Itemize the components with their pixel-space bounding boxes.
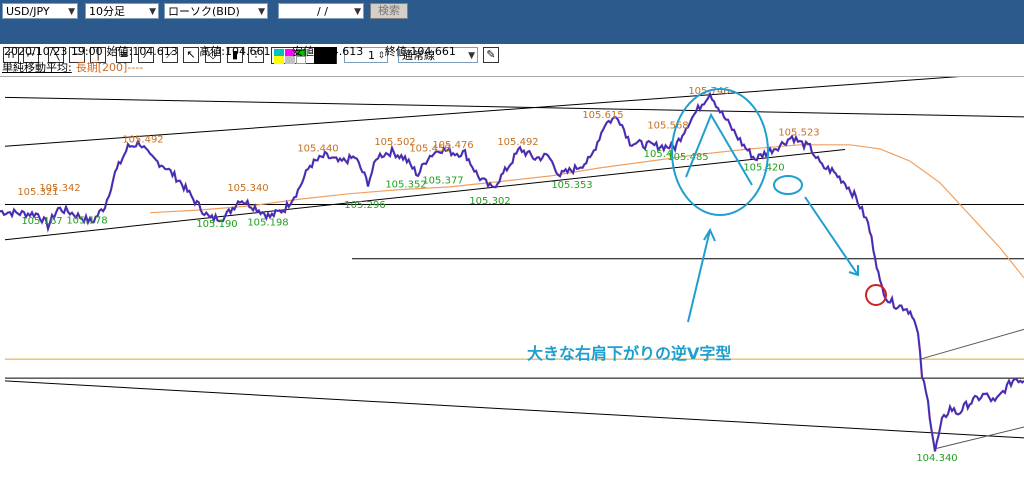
arrow-down-line (804, 196, 859, 276)
chart-style-value: ローソク(BID) (168, 5, 240, 18)
search-button[interactable]: 検索 (370, 3, 408, 19)
high-price-label: 105.492 (122, 135, 163, 146)
high-price-label: 105.523 (778, 127, 819, 138)
bar-datetime: 2020/10/23 19:00 (4, 45, 103, 58)
arrow-up-line (687, 229, 711, 323)
high-price-label: 105.492 (497, 137, 538, 148)
chevron-down-icon: ▼ (354, 7, 361, 17)
high-price-label: 104.340 (916, 453, 957, 464)
toolbar-drawing: ∩ ⌐ ╲ ─ │ ≡ ⁄ ⟋ ↖ ◇ ▮ ⁝ 1 ⇕ 通常線 ▼ ✎ (0, 22, 1024, 64)
trendline[interactable] (4, 96, 1024, 118)
low-price-label: 105.352 (385, 180, 426, 191)
high-price-label: 105.615 (582, 110, 623, 121)
trendline[interactable] (919, 328, 1024, 360)
symbol-select[interactable]: USD/JPY ▼ (2, 3, 78, 19)
low-price-label: 105.190 (196, 219, 237, 230)
high-value: 高値:104.661 (199, 45, 271, 58)
search-label: 検索 (378, 4, 400, 17)
trendlines (4, 77, 1024, 450)
close-value: 終値:104.661 (384, 45, 456, 58)
low-price-label: 105.302 (469, 196, 510, 207)
ma-value: 長期[200]---- (75, 61, 144, 74)
chevron-down-icon: ▼ (258, 7, 265, 17)
timeframe-select[interactable]: 10分足 ▼ (85, 3, 159, 19)
date-input[interactable]: / / ▼ (278, 3, 364, 19)
low-price-label: 105.167 (21, 216, 62, 227)
low-value: 安値:104.613 (292, 45, 364, 58)
annotation-group (671, 88, 859, 323)
low-price-label: 105.377 (422, 175, 463, 186)
low-price-label: 105.296 (344, 200, 385, 211)
chart-style-select[interactable]: ローソク(BID) ▼ (164, 3, 268, 19)
date-value: / / (317, 5, 328, 18)
low-price-label: 105.353 (551, 180, 592, 191)
chevron-down-icon: ▼ (68, 7, 75, 17)
low-price-label: 105.198 (247, 218, 288, 229)
timeframe-value: 10分足 (89, 5, 125, 18)
trendline[interactable] (934, 426, 1024, 450)
ohlc-info-bar: 2020/10/23 19:00 始値:104.613 高値:104.661 安値… (0, 44, 1024, 60)
low-price-label: 105.485 (667, 152, 708, 163)
open-value: 始値:104.613 (106, 45, 178, 58)
high-price-label: 105.440 (297, 144, 338, 155)
chevron-down-icon: ▼ (149, 7, 156, 17)
high-price-label: 105.476 (432, 140, 473, 151)
low-price-label: 105.420 (743, 163, 784, 174)
ma-label: 単純移動平均: (2, 61, 72, 74)
trendline[interactable] (4, 380, 1024, 439)
low-price-label: 105.178 (66, 216, 107, 227)
price-labels: 105.321105.342105.492105.340105.440105.5… (17, 86, 957, 464)
high-price-label: 105.342 (39, 183, 80, 194)
toolbar-top: USD/JPY ▼ 10分足 ▼ ローソク(BID) ▼ / / ▼ 検索 (0, 0, 1024, 22)
annotation-text: 大きな右肩下がりの逆V字型 (527, 344, 731, 363)
price-chart[interactable]: 105.321105.342105.492105.340105.440105.5… (0, 77, 1024, 484)
high-price-label: 105.340 (227, 183, 268, 194)
circle-highlight (773, 175, 803, 195)
high-price-label: 105.568 (647, 121, 688, 132)
moving-average-legend: 単純移動平均: 長期[200]---- (0, 60, 1024, 77)
symbol-value: USD/JPY (6, 5, 50, 18)
